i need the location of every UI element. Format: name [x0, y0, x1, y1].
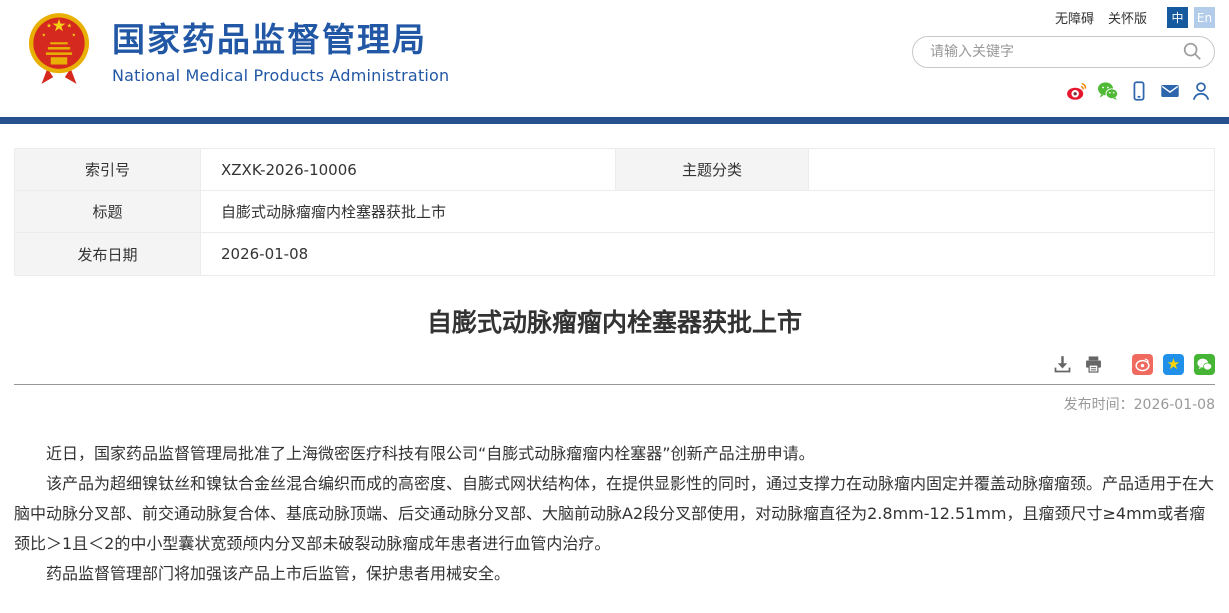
lang-en-button[interactable]: En [1194, 7, 1215, 28]
meta-value-category [809, 149, 1214, 191]
site-header: ★ ★ ★ ★ 国家药品监督管理局 National Medical Produ… [0, 0, 1229, 117]
article-body: 近日，国家药品监督管理局批准了上海微密医疗科技有限公司“自膨式动脉瘤瘤内栓塞器”… [14, 439, 1215, 589]
weibo-icon[interactable] [1066, 80, 1088, 102]
share-wechat-icon[interactable] [1194, 354, 1215, 375]
toolbar-divider [14, 384, 1215, 385]
svg-text:★: ★ [46, 23, 51, 30]
lang-zh-button[interactable]: 中 [1167, 7, 1188, 28]
share-qzone-icon[interactable]: ★ [1163, 354, 1184, 375]
social-icons-row [1066, 80, 1212, 102]
meta-label-category: 主题分类 [616, 149, 809, 191]
article-main: 索引号 XZXK-2026-10006 主题分类 标题 自膨式动脉瘤瘤内栓塞器获… [0, 148, 1229, 589]
share-weibo-icon[interactable] [1132, 354, 1153, 375]
brand-text: 国家药品监督管理局 National Medical Products Admi… [112, 13, 449, 85]
svg-text:★: ★ [42, 32, 47, 38]
national-emblem-logo: ★ ★ ★ ★ [28, 10, 90, 88]
site-subtitle: National Medical Products Administration [112, 66, 449, 85]
meta-label-title: 标题 [15, 191, 201, 233]
page: ★ ★ ★ ★ 国家药品监督管理局 National Medical Produ… [0, 0, 1229, 613]
meta-value-title: 自膨式动脉瘤瘤内栓塞器获批上市 [201, 191, 1214, 233]
search-box [912, 36, 1215, 68]
article-paragraph: 该产品为超细镍钛丝和镍钛合金丝混合编织而成的高密度、自膨式网状结构体，在提供显影… [14, 469, 1215, 559]
article-paragraph: 近日，国家药品监督管理局批准了上海微密医疗科技有限公司“自膨式动脉瘤瘤内栓塞器”… [14, 439, 1215, 469]
meta-label-publish-date: 发布日期 [15, 233, 201, 275]
utility-nav: 无障碍 关怀版 中 En [1055, 7, 1215, 28]
meta-label-index: 索引号 [15, 149, 201, 191]
svg-text:★: ★ [67, 23, 72, 30]
article-toolbar: ★ [14, 354, 1215, 384]
svg-text:★: ★ [72, 32, 77, 38]
meta-value-publish-date: 2026-01-08 [201, 233, 1214, 275]
document-meta-table: 索引号 XZXK-2026-10006 主题分类 标题 自膨式动脉瘤瘤内栓塞器获… [14, 148, 1215, 276]
mail-icon[interactable] [1159, 80, 1181, 102]
accessibility-link[interactable]: 无障碍 [1055, 8, 1094, 27]
publish-time: 发布时间：2026-01-08 [14, 394, 1215, 414]
search-input[interactable] [930, 44, 1180, 60]
person-icon[interactable] [1190, 80, 1212, 102]
mobile-icon[interactable] [1128, 80, 1150, 102]
meta-value-index: XZXK-2026-10006 [201, 149, 616, 191]
download-icon[interactable] [1052, 354, 1073, 375]
search-icon[interactable] [1180, 40, 1204, 64]
wechat-icon[interactable] [1097, 80, 1119, 102]
site-title: 国家药品监督管理局 [112, 13, 449, 61]
article-title: 自膨式动脉瘤瘤内栓塞器获批上市 [14, 303, 1215, 339]
care-mode-link[interactable]: 关怀版 [1108, 8, 1147, 27]
qzone-star-glyph: ★ [1167, 357, 1180, 372]
site-brand[interactable]: ★ ★ ★ ★ 国家药品监督管理局 National Medical Produ… [28, 10, 449, 88]
header-band-divider [0, 117, 1229, 124]
article-paragraph: 药品监督管理部门将加强该产品上市后监管，保护患者用械安全。 [14, 559, 1215, 589]
print-icon[interactable] [1083, 354, 1104, 375]
